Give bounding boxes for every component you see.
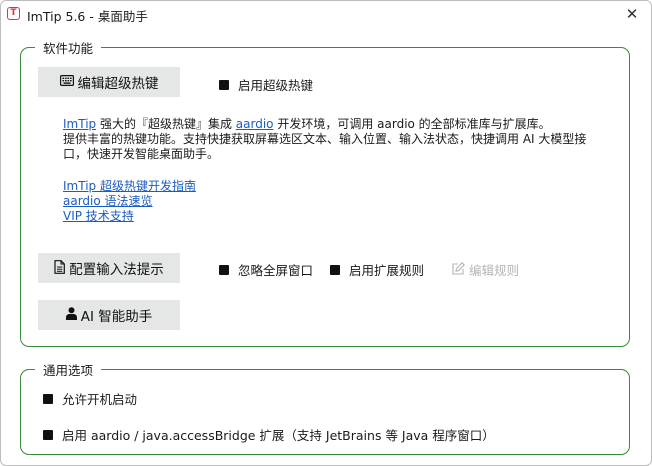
checkbox-box[interactable] xyxy=(43,393,53,404)
general-options-legend: 通用选项 xyxy=(35,360,102,379)
edit-icon xyxy=(452,261,465,278)
edit-hotkey-button[interactable]: 编辑超级热键 xyxy=(38,67,180,97)
app-icon: T xyxy=(7,7,20,20)
software-features-legend: 软件功能 xyxy=(35,38,102,57)
vip-support-link[interactable]: VIP 技术支持 xyxy=(63,209,196,224)
enable-hotkey-checkbox[interactable]: 启用超级热键 xyxy=(219,75,313,94)
enable-hotkey-label: 启用超级热键 xyxy=(238,78,314,93)
autostart-label: 允许开机启动 xyxy=(62,392,138,407)
ai-assistant-label: AI 智能助手 xyxy=(80,309,153,325)
keyboard-icon xyxy=(59,75,74,89)
checkbox-box[interactable] xyxy=(219,79,229,90)
config-ime-button[interactable]: 配置输入法提示 xyxy=(38,253,180,283)
dev-guide-link[interactable]: ImTip 超级热键开发指南 xyxy=(63,179,196,194)
ai-assistant-button[interactable]: AI 智能助手 xyxy=(38,300,180,330)
checkbox-box[interactable] xyxy=(43,429,53,440)
syntax-link[interactable]: aardio 语法速览 xyxy=(63,194,196,209)
enable-ext-rules-label: 启用扩展规则 xyxy=(349,263,425,278)
description-line-2: 提供丰富的热键功能。支持快捷获取屏幕选区文本、输入位置、输入法状态，快捷调用 A… xyxy=(63,132,587,161)
ignore-fullscreen-checkbox[interactable]: 忽略全屏窗口 xyxy=(219,260,313,279)
app-window: T ImTip 5.6 - 桌面助手 ✕ 软件功能 编辑超级热键 启用超级热键 … xyxy=(0,0,652,466)
autostart-checkbox[interactable]: 允许开机启动 xyxy=(43,389,137,408)
imtip-link[interactable]: ImTip xyxy=(63,117,96,131)
aardio-link[interactable]: aardio xyxy=(236,117,274,131)
config-ime-label: 配置输入法提示 xyxy=(69,262,164,278)
hotkey-description: ImTip 强大的『超级热键』集成 aardio 开发环境，可调用 aardio… xyxy=(63,117,608,162)
access-bridge-label: 启用 aardio / java.accessBridge 扩展（支持 JetB… xyxy=(62,428,495,443)
window-title: ImTip 5.6 - 桌面助手 xyxy=(27,9,148,24)
ignore-fullscreen-label: 忽略全屏窗口 xyxy=(238,263,314,278)
title-bar[interactable]: T ImTip 5.6 - 桌面助手 ✕ xyxy=(1,1,651,27)
user-icon xyxy=(65,307,77,323)
edit-rules-label: 编辑规则 xyxy=(469,263,520,278)
edit-rules-button[interactable]: 编辑规则 xyxy=(452,260,519,279)
checkbox-box[interactable] xyxy=(219,264,229,275)
access-bridge-checkbox[interactable]: 启用 aardio / java.accessBridge 扩展（支持 JetB… xyxy=(43,425,495,444)
help-links: ImTip 超级热键开发指南 aardio 语法速览 VIP 技术支持 xyxy=(63,179,196,224)
edit-hotkey-label: 编辑超级热键 xyxy=(77,76,159,92)
checkbox-box[interactable] xyxy=(330,264,340,275)
enable-ext-rules-checkbox[interactable]: 启用扩展规则 xyxy=(330,260,424,279)
document-icon xyxy=(54,259,66,277)
close-button[interactable]: ✕ xyxy=(617,2,647,26)
